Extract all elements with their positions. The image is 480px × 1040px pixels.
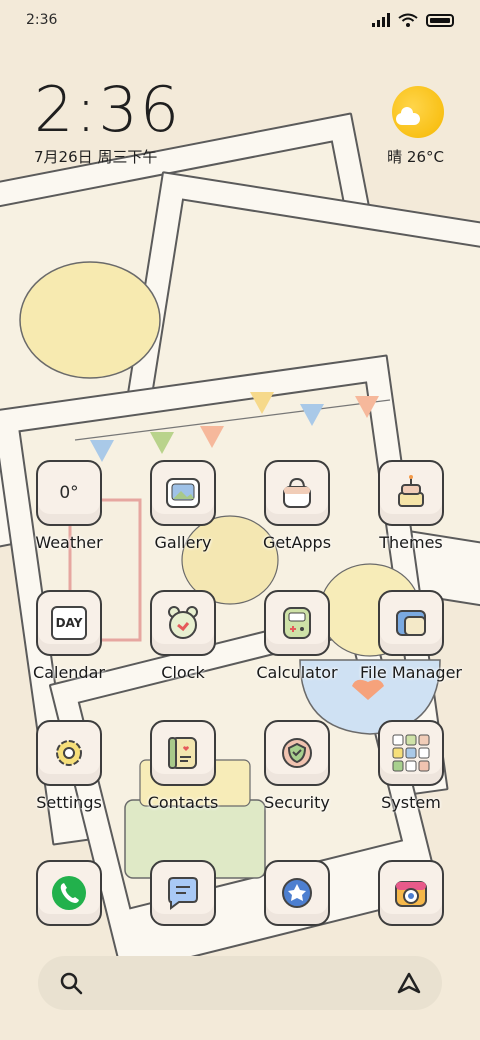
gear-icon xyxy=(36,720,102,786)
app-clock[interactable]: Clock xyxy=(126,590,240,682)
search-bar[interactable] xyxy=(38,956,442,1010)
wifi-icon xyxy=(398,13,418,27)
status-bar: 2:36 xyxy=(0,0,480,40)
app-themes[interactable]: Themes xyxy=(354,460,468,552)
weather-icon: 0° xyxy=(36,460,102,526)
shopping-bag-icon xyxy=(264,460,330,526)
app-grid: 0° Weather Gallery GetApps Themes DAY Ca… xyxy=(12,460,468,812)
system-folder-icon xyxy=(378,720,444,786)
app-weather[interactable]: 0° Weather xyxy=(12,460,126,552)
app-label: Gallery xyxy=(154,533,212,552)
app-label: Contacts xyxy=(147,793,219,812)
clock-date: 7月26日 周三下午 xyxy=(34,148,158,166)
phone-icon xyxy=(36,860,102,926)
sun-cloud-icon xyxy=(392,86,444,138)
app-label: System xyxy=(381,793,441,812)
search-icon[interactable] xyxy=(58,970,84,996)
alarm-clock-icon xyxy=(150,590,216,656)
signal-icon xyxy=(372,13,390,27)
assistant-icon[interactable] xyxy=(396,970,422,996)
app-label: Settings xyxy=(36,793,102,812)
dock xyxy=(12,860,468,926)
weather-widget[interactable]: 晴 26°C xyxy=(387,86,444,167)
app-file-manager[interactable]: File Manager xyxy=(354,590,468,682)
app-label: Weather xyxy=(35,533,103,552)
camera-icon xyxy=(378,860,444,926)
calendar-icon: DAY xyxy=(36,590,102,656)
calendar-icon-text: DAY xyxy=(50,606,88,640)
app-calendar[interactable]: DAY Calendar xyxy=(12,590,126,682)
browser-icon xyxy=(264,860,330,926)
contacts-book-icon xyxy=(150,720,216,786)
cake-icon xyxy=(378,460,444,526)
app-settings[interactable]: Settings xyxy=(12,720,126,812)
dock-camera[interactable] xyxy=(354,860,468,926)
calculator-icon xyxy=(264,590,330,656)
app-system[interactable]: System xyxy=(354,720,468,812)
weather-icon-temp: 0° xyxy=(59,483,79,503)
app-label: Clock xyxy=(161,663,205,682)
app-contacts[interactable]: Contacts xyxy=(126,720,240,812)
app-label: Themes xyxy=(379,533,443,552)
messages-icon xyxy=(150,860,216,926)
weather-summary: 晴 26°C xyxy=(387,148,444,166)
status-icons xyxy=(372,13,454,27)
status-time: 2:36 xyxy=(26,12,58,28)
gallery-icon xyxy=(150,460,216,526)
dock-browser[interactable] xyxy=(240,860,354,926)
clock-widget[interactable]: 2:36 7月26日 周三下午 xyxy=(34,78,181,167)
app-label: Security xyxy=(264,793,330,812)
app-label: Calendar xyxy=(33,663,105,682)
dock-phone[interactable] xyxy=(12,860,126,926)
app-security[interactable]: Security xyxy=(240,720,354,812)
clock-time: 2:36 xyxy=(34,73,182,146)
app-calculator[interactable]: Calculator xyxy=(240,590,354,682)
app-label: Calculator xyxy=(256,663,338,682)
app-label: GetApps xyxy=(262,533,332,552)
battery-icon xyxy=(426,13,454,27)
folder-icon xyxy=(378,590,444,656)
app-getapps[interactable]: GetApps xyxy=(240,460,354,552)
dock-messages[interactable] xyxy=(126,860,240,926)
app-gallery[interactable]: Gallery xyxy=(126,460,240,552)
shield-check-icon xyxy=(264,720,330,786)
app-label: File Manager xyxy=(360,663,462,682)
